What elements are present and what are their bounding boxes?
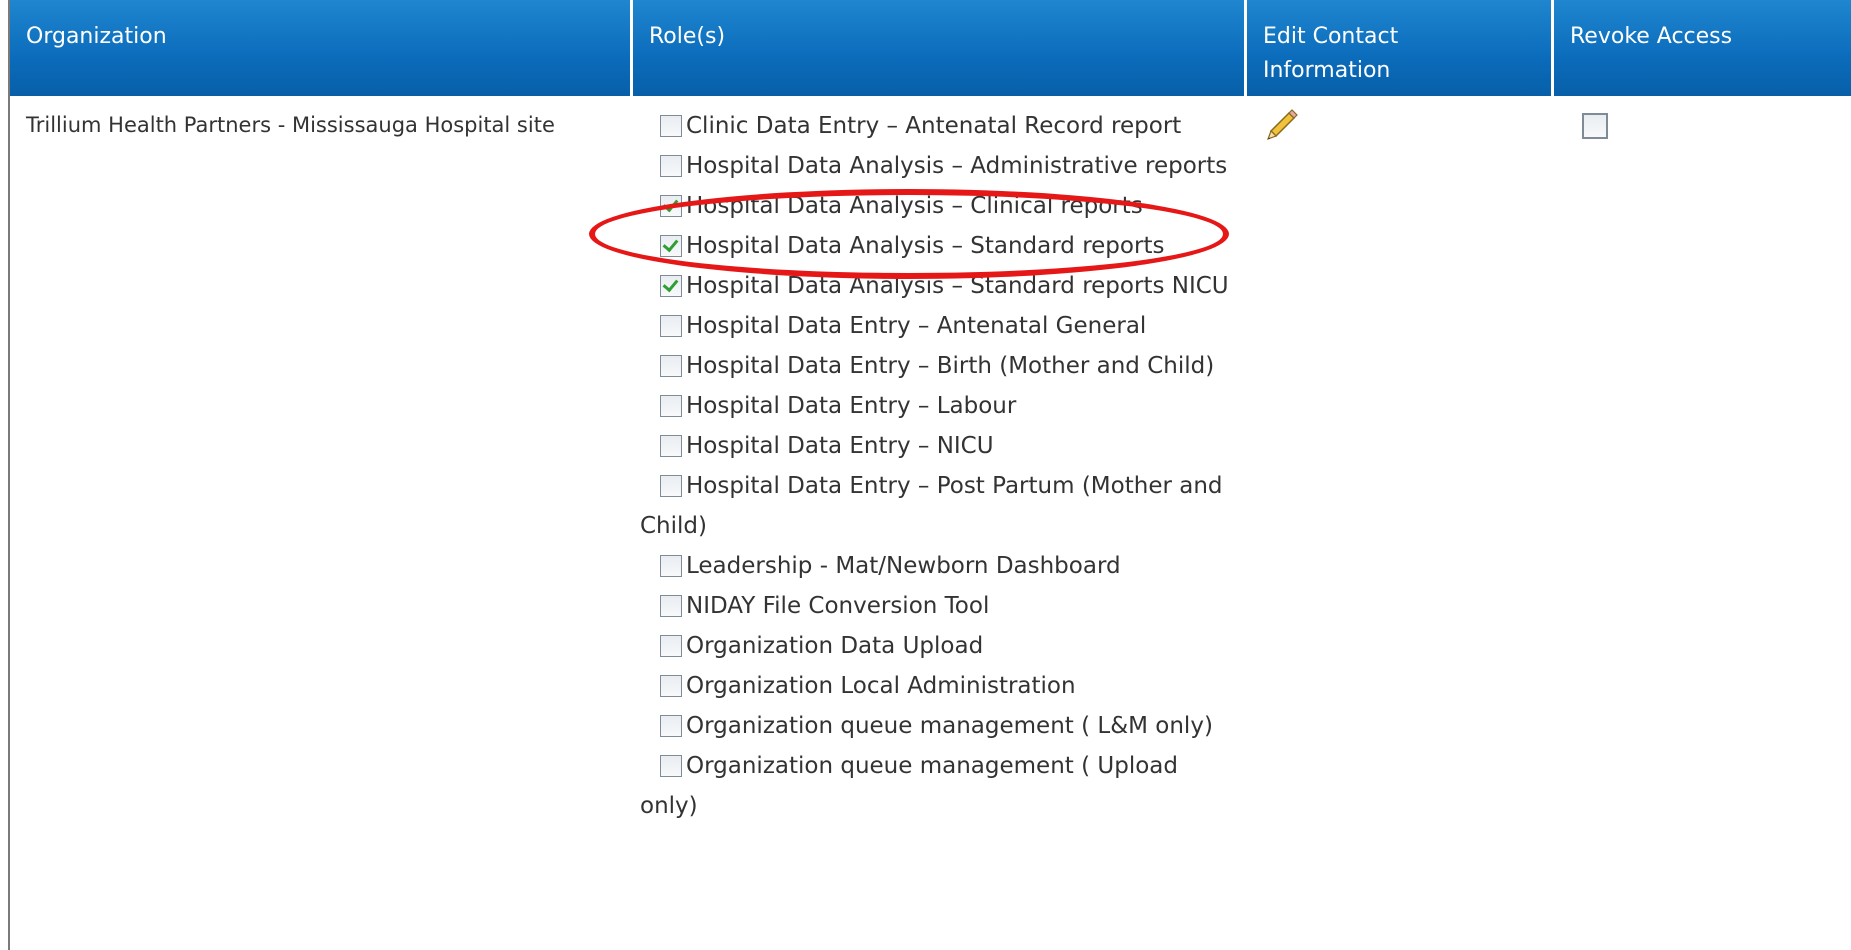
- role-label: NIDAY File Conversion Tool: [686, 593, 990, 619]
- role-checkbox[interactable]: [660, 435, 682, 457]
- role-label: Organization queue management ( L&M only…: [686, 713, 1213, 739]
- role-item: Organization Data Upload: [640, 633, 983, 659]
- organization-name: Trillium Health Partners - Mississauga H…: [26, 113, 555, 137]
- role-item: Hospital Data Entry – Birth (Mother and …: [640, 353, 1214, 379]
- roles-table: Organization Role(s) Edit Contact Inform…: [8, 0, 1851, 950]
- header-roles[interactable]: Role(s): [633, 0, 1247, 96]
- role-item: Leadership - Mat/Newborn Dashboard: [640, 553, 1121, 579]
- role-checkbox[interactable]: [660, 675, 682, 697]
- role-item: NIDAY File Conversion Tool: [640, 593, 989, 619]
- header-edit-contact[interactable]: Edit Contact Information: [1247, 0, 1554, 96]
- role-label: Hospital Data Entry – Post Partum (Mothe…: [640, 473, 1223, 539]
- role-item: Organization Local Administration: [640, 673, 1076, 699]
- pencil-icon[interactable]: [1263, 107, 1299, 143]
- role-checkbox[interactable]: [660, 715, 682, 737]
- role-label: Hospital Data Analysis – Standard report…: [686, 273, 1229, 299]
- role-checkbox[interactable]: [660, 235, 682, 257]
- role-item: Organization queue management ( Upload o…: [640, 753, 1178, 819]
- role-item: Hospital Data Entry – Labour: [640, 393, 1016, 419]
- role-checkbox[interactable]: [660, 115, 682, 137]
- role-label: Hospital Data Entry – NICU: [686, 433, 994, 459]
- header-revoke-access[interactable]: Revoke Access: [1554, 0, 1851, 96]
- role-item: Hospital Data Entry – Post Partum (Mothe…: [640, 473, 1223, 539]
- role-label: Hospital Data Entry – Labour: [686, 393, 1017, 419]
- role-label: Organization Data Upload: [686, 633, 984, 659]
- role-item: Hospital Data Analysis – Administrative …: [640, 153, 1227, 179]
- role-label: Clinic Data Entry – Antenatal Record rep…: [686, 113, 1182, 139]
- role-checkbox[interactable]: [660, 355, 682, 377]
- role-item: Hospital Data Entry – NICU: [640, 433, 994, 459]
- role-checkbox[interactable]: [660, 275, 682, 297]
- header-organization[interactable]: Organization: [10, 0, 633, 96]
- role-checkbox[interactable]: [660, 475, 682, 497]
- role-item: Hospital Data Entry – Antenatal General: [640, 313, 1146, 339]
- role-label: Hospital Data Entry – Birth (Mother and …: [686, 353, 1215, 379]
- role-label: Hospital Data Entry – Antenatal General: [686, 313, 1147, 339]
- role-label: Organization queue management ( Upload o…: [640, 753, 1178, 819]
- roles-list: Clinic Data Entry – Antenatal Record rep…: [640, 106, 1230, 826]
- role-checkbox[interactable]: [660, 635, 682, 657]
- role-label: Organization Local Administration: [686, 673, 1076, 699]
- role-item: Clinic Data Entry – Antenatal Record rep…: [640, 113, 1181, 139]
- role-checkbox[interactable]: [660, 755, 682, 777]
- role-label: Hospital Data Analysis – Clinical report…: [686, 193, 1143, 219]
- role-checkbox[interactable]: [660, 315, 682, 337]
- role-label: Hospital Data Analysis – Standard report…: [686, 233, 1165, 259]
- role-checkbox[interactable]: [660, 395, 682, 417]
- role-item: Hospital Data Analysis – Clinical report…: [640, 193, 1143, 219]
- role-item: Hospital Data Analysis – Standard report…: [640, 273, 1229, 299]
- role-checkbox[interactable]: [660, 155, 682, 177]
- role-checkbox[interactable]: [660, 555, 682, 577]
- role-checkbox[interactable]: [660, 595, 682, 617]
- revoke-access-checkbox[interactable]: [1582, 113, 1608, 139]
- role-label: Hospital Data Analysis – Administrative …: [686, 153, 1228, 179]
- role-label: Leadership - Mat/Newborn Dashboard: [686, 553, 1121, 579]
- role-item: Organization queue management ( L&M only…: [640, 713, 1213, 739]
- table-header: Organization Role(s) Edit Contact Inform…: [10, 0, 1851, 96]
- role-checkbox[interactable]: [660, 195, 682, 217]
- role-item: Hospital Data Analysis – Standard report…: [640, 233, 1164, 259]
